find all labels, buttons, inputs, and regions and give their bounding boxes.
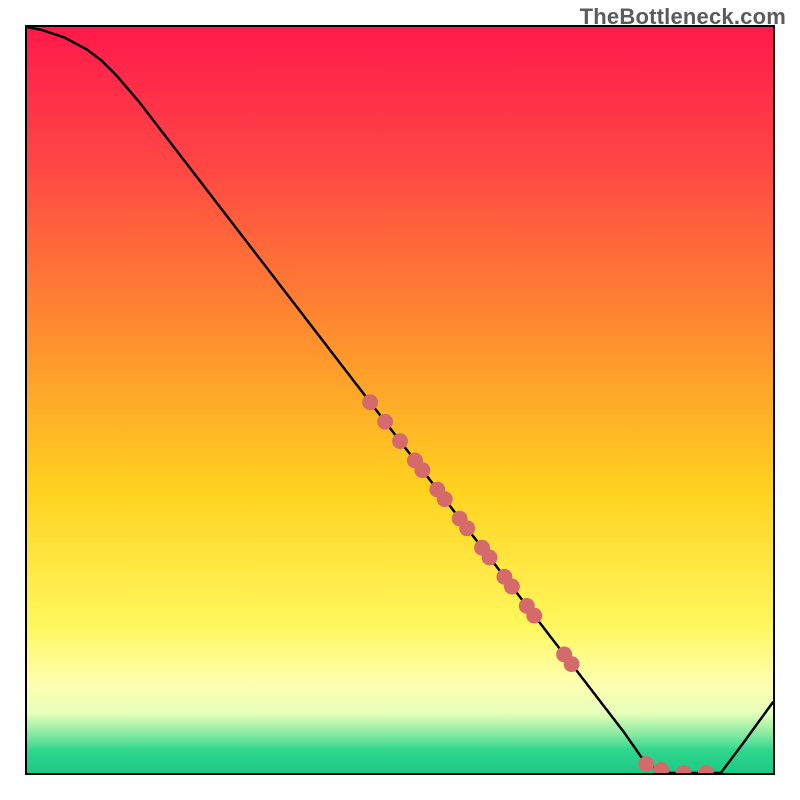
data-point <box>676 765 692 773</box>
data-points-group <box>362 394 714 773</box>
data-point <box>392 433 408 449</box>
data-point <box>414 462 430 478</box>
data-point <box>437 491 453 507</box>
data-point <box>482 549 498 565</box>
data-point <box>504 579 520 595</box>
plot-area <box>25 25 775 775</box>
chart-container: TheBottleneck.com <box>0 0 800 800</box>
data-point <box>564 656 580 672</box>
data-point <box>377 414 393 430</box>
data-point <box>362 394 378 410</box>
data-point <box>698 765 714 773</box>
data-point <box>653 762 669 773</box>
data-point <box>638 756 654 772</box>
curve-svg <box>27 27 773 773</box>
data-point <box>459 520 475 536</box>
data-point <box>526 608 542 624</box>
bottleneck-curve <box>27 27 773 773</box>
